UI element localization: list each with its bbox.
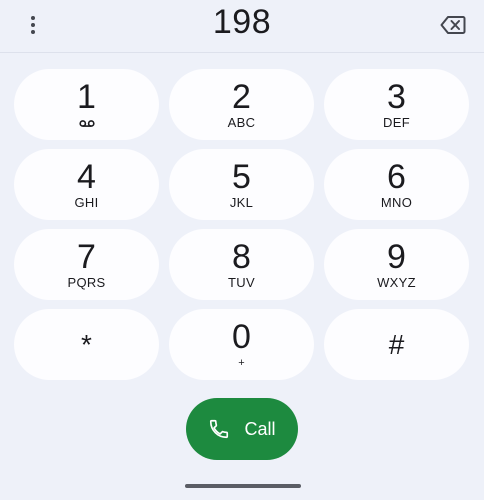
key-star[interactable]: * <box>14 309 159 380</box>
key-letters: MNO <box>380 195 413 210</box>
key-1[interactable]: 1 <box>14 69 159 140</box>
key-letters: + <box>238 357 245 369</box>
key-5[interactable]: 5 JKL <box>169 149 314 220</box>
key-0[interactable]: 0 + <box>169 309 314 380</box>
key-digit: 3 <box>387 78 406 116</box>
key-3[interactable]: 3 DEF <box>324 69 469 140</box>
key-digit: 5 <box>232 158 251 196</box>
key-letters: GHI <box>74 195 99 210</box>
key-digit: 8 <box>232 238 251 276</box>
header-divider <box>0 52 484 53</box>
call-button[interactable]: Call <box>186 398 298 460</box>
key-digit: 6 <box>387 158 406 196</box>
key-letters: DEF <box>383 115 410 130</box>
key-9[interactable]: 9 WXYZ <box>324 229 469 300</box>
backspace-icon <box>440 16 466 34</box>
call-label: Call <box>244 418 276 439</box>
home-indicator[interactable] <box>185 484 301 488</box>
key-letters: TUV <box>228 275 255 290</box>
key-7[interactable]: 7 PQRS <box>14 229 159 300</box>
key-digit: 1 <box>77 78 96 116</box>
backspace-button[interactable] <box>438 12 468 38</box>
key-digit: 0 <box>232 318 251 356</box>
key-digit: 9 <box>387 238 406 276</box>
key-letters: JKL <box>229 195 254 210</box>
key-4[interactable]: 4 GHI <box>14 149 159 220</box>
key-digit: 2 <box>232 78 251 116</box>
key-6[interactable]: 6 MNO <box>324 149 469 220</box>
key-digit: 4 <box>77 158 96 196</box>
top-bar: 198 <box>0 0 484 52</box>
key-hash[interactable]: # <box>324 309 469 380</box>
key-digit: * <box>81 328 92 360</box>
key-digit: # <box>388 328 405 360</box>
key-digit: 7 <box>77 238 96 276</box>
key-8[interactable]: 8 TUV <box>169 229 314 300</box>
key-2[interactable]: 2 ABC <box>169 69 314 140</box>
phone-icon <box>210 419 229 439</box>
key-letters: ABC <box>227 115 256 130</box>
dialed-number[interactable]: 198 <box>0 3 484 42</box>
key-letters: PQRS <box>67 275 106 290</box>
key-letters: WXYZ <box>377 275 416 290</box>
voicemail-icon <box>78 116 95 130</box>
dial-pad: 1 2 ABC 3 DEF 4 GHI 5 JKL 6 MNO 7 PQRS 8… <box>14 69 469 380</box>
